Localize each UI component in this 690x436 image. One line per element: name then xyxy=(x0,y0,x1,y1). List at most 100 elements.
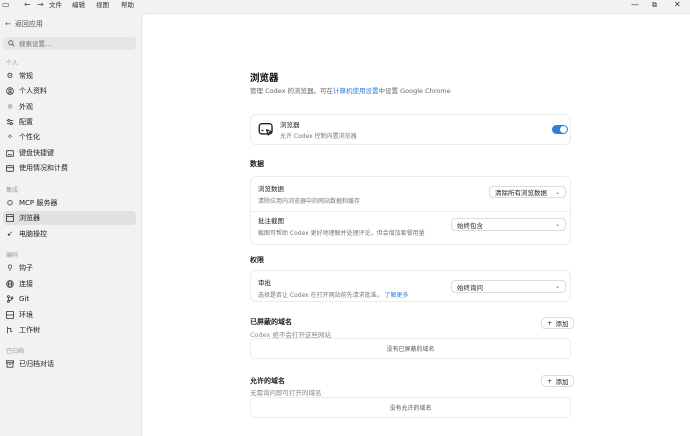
forward-arrow-icon[interactable]: → xyxy=(37,0,44,10)
sidebar-item-hooks[interactable]: ⚲ 钩子 xyxy=(3,261,136,275)
sidebar-item-label: MCP 服务器 xyxy=(19,199,58,207)
sidebar-item-label: Git xyxy=(19,295,30,303)
sidebar-item-label: 外观 xyxy=(19,103,33,111)
section-label-integrations: 集成 xyxy=(6,187,19,194)
worktree-icon xyxy=(6,326,14,334)
sidebar-item-label: 个人资料 xyxy=(19,87,47,95)
sidebar-item-label: 环境 xyxy=(19,311,33,319)
close-icon[interactable]: ✕ xyxy=(674,0,681,10)
browser-toggle-desc: 允许 Codex 控制内置浏览器 xyxy=(280,133,357,140)
sparkle-icon: ✧ xyxy=(6,132,14,141)
page-title: 浏览器 xyxy=(250,73,279,84)
search-icon xyxy=(8,40,15,47)
sliders-icon xyxy=(6,118,14,126)
sidebar-item-environments[interactable]: 环境 xyxy=(3,308,136,322)
section-label-coding: 编码 xyxy=(6,252,19,259)
screenshot-include-select[interactable]: 始终包含 ⌄ xyxy=(451,218,566,231)
sidebar-item-label: 使用情况和计费 xyxy=(19,164,68,172)
sidebar-item-mcp-servers[interactable]: ⛭ MCP 服务器 xyxy=(3,196,136,210)
sidebar-item-git[interactable]: Git xyxy=(3,292,136,306)
section-label-personal: 个人 xyxy=(6,60,19,67)
cursor-icon: ➹ xyxy=(6,229,14,238)
sidebar-item-profile[interactable]: 个人资料 xyxy=(3,84,136,98)
menu-edit[interactable]: 编辑 xyxy=(72,1,85,10)
keyboard-icon xyxy=(6,149,14,157)
chevron-down-icon: ⌄ xyxy=(554,283,560,290)
data-section-heading: 数据 xyxy=(250,160,264,168)
computer-use-settings-link[interactable]: 计算机使用设置 xyxy=(333,87,379,95)
sidebar-item-personalization[interactable]: ✧ 个性化 xyxy=(3,130,136,144)
blocked-domains-empty: 没有已屏蔽的域名 xyxy=(250,338,571,359)
back-to-app-link[interactable]: ← 返回应用 xyxy=(5,19,43,29)
sidebar-item-connections[interactable]: 连接 xyxy=(3,277,136,291)
back-arrow-icon[interactable]: ← xyxy=(24,0,31,10)
browser-enabled-toggle[interactable] xyxy=(552,125,568,134)
environment-icon xyxy=(6,311,14,319)
globe-icon xyxy=(6,280,14,288)
learn-more-link[interactable]: 了解更多 xyxy=(385,292,409,299)
sidebar-item-general[interactable]: ⚙ 常规 xyxy=(3,69,136,83)
credit-card-icon xyxy=(6,164,14,172)
sidebar-item-worktrees[interactable]: 工作树 xyxy=(3,323,136,337)
sidebar-item-shortcuts[interactable]: 键盘快捷键 xyxy=(3,146,136,160)
browser-toggle-card: 浏览器 允许 Codex 控制内置浏览器 xyxy=(250,114,571,145)
sidebar-toggle-icon[interactable]: ▭ xyxy=(2,0,10,10)
mcp-icon: ⛭ xyxy=(7,198,13,207)
settings-search[interactable] xyxy=(3,37,136,50)
arrow-left-icon: ← xyxy=(5,20,11,28)
menu-view[interactable]: 视图 xyxy=(96,1,109,10)
sidebar-item-label: 配置 xyxy=(19,118,33,126)
sidebar-item-label: 连接 xyxy=(19,280,33,288)
sidebar-item-usage-billing[interactable]: 使用情况和计费 xyxy=(3,161,136,175)
gear-icon: ⚙ xyxy=(6,71,14,80)
sidebar-item-computer-use[interactable]: ➹ 电脑操控 xyxy=(3,227,136,241)
page-description: 管理 Codex 的浏览器。可在计算机使用设置中设置 Google Chrome xyxy=(250,87,451,95)
plus-icon: + xyxy=(547,319,553,327)
sidebar-item-appearance[interactable]: ☼ 外观 xyxy=(3,100,136,114)
add-allowed-domain-button[interactable]: + 添加 xyxy=(541,375,575,387)
settings-search-input[interactable] xyxy=(19,39,129,48)
restore-icon[interactable]: ⧉ xyxy=(652,0,657,10)
data-settings-card: 浏览数据 清除应用内浏览器中的网站数据和缓存 清除所有浏览数据 ⌄ 批注截图 截… xyxy=(250,176,571,245)
blocked-domains-heading: 已屏蔽的域名 xyxy=(250,318,292,326)
permissions-card: 审批 选择是否让 Codex 在打开网站前先请求批准。 了解更多 始终询问 ⌄ xyxy=(250,270,571,302)
sidebar-item-label: 常规 xyxy=(19,72,33,80)
sidebar-item-label: 键盘快捷键 xyxy=(19,149,54,157)
plus-icon: + xyxy=(547,377,553,385)
approval-select[interactable]: 始终询问 ⌄ xyxy=(451,280,566,293)
sidebar-item-browser[interactable]: 浏览器 xyxy=(3,211,136,225)
browser-toggle-title: 浏览器 xyxy=(280,121,300,129)
permissions-section-heading: 权限 xyxy=(250,256,264,264)
sidebar-item-label: 个性化 xyxy=(19,133,40,141)
browser-icon xyxy=(6,214,14,222)
chevron-down-icon: ⌄ xyxy=(554,221,560,228)
allowed-domains-heading: 允许的域名 xyxy=(250,377,285,385)
user-icon xyxy=(6,87,14,95)
clear-browsing-data-button[interactable]: 清除所有浏览数据 ⌄ xyxy=(489,186,567,198)
allowed-domains-sub: 无需询问即可打开的域名 xyxy=(250,389,322,397)
minimize-icon[interactable]: — xyxy=(631,0,639,10)
sidebar-item-archived-chats[interactable]: 已归档对话 xyxy=(3,357,136,371)
title-bar: ▭ ← → 文件 编辑 视图 帮助 — ⧉ ✕ xyxy=(0,0,690,11)
browser-toggle-text: 浏览器 允许 Codex 控制内置浏览器 xyxy=(280,119,357,140)
archive-icon xyxy=(6,360,14,368)
settings-sidebar: ← 返回应用 个人 ⚙ 常规 个人资料 ☼ 外观 配置 ✧ 个性化 键盘快捷键 xyxy=(0,11,140,436)
browser-cursor-icon xyxy=(257,121,275,139)
sidebar-item-config[interactable]: 配置 xyxy=(3,115,136,129)
git-branch-icon xyxy=(6,295,14,303)
menu-help[interactable]: 帮助 xyxy=(121,1,134,10)
chevron-down-icon: ⌄ xyxy=(555,188,561,196)
sidebar-item-label: 工作树 xyxy=(19,326,40,334)
browser-settings-panel: 浏览器 管理 Codex 的浏览器。可在计算机使用设置中设置 Google Ch… xyxy=(141,13,690,436)
menu-file[interactable]: 文件 xyxy=(49,1,62,10)
hook-icon: ⚲ xyxy=(7,263,13,272)
back-to-app-label: 返回应用 xyxy=(14,20,43,28)
section-label-archived: 已归档 xyxy=(6,348,25,355)
sidebar-item-label: 钩子 xyxy=(19,264,33,272)
sidebar-item-label: 浏览器 xyxy=(19,214,40,222)
add-blocked-domain-button[interactable]: + 添加 xyxy=(541,317,575,329)
sidebar-item-label: 已归档对话 xyxy=(19,360,54,368)
sun-icon: ☼ xyxy=(6,102,14,111)
allowed-domains-empty: 没有允许的域名 xyxy=(250,397,571,418)
sidebar-item-label: 电脑操控 xyxy=(19,230,47,238)
